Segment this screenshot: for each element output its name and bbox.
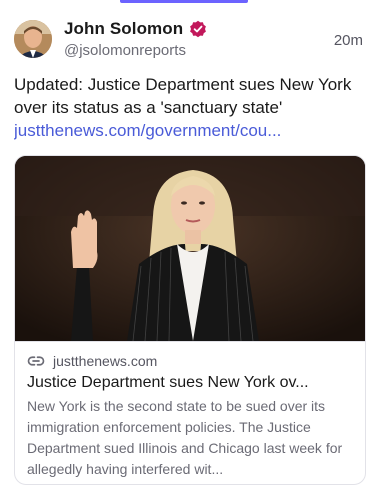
post-link[interactable]: justthenews.com/government/cou...: [14, 119, 314, 142]
verified-badge-icon: [189, 20, 207, 38]
card-domain-row: justthenews.com: [27, 352, 353, 370]
post-text: Updated: Justice Department sues New Yor…: [14, 75, 352, 117]
card-description: New York is the second state to be sued …: [27, 398, 343, 477]
author-names: John Solomon @jsolomonreports: [64, 18, 207, 59]
post-header: John Solomon @jsolomonreports 20m: [14, 18, 367, 64]
post-body: Updated: Justice Department sues New Yor…: [14, 73, 364, 142]
author-display-name[interactable]: John Solomon: [64, 19, 183, 39]
article-photo[interactable]: [15, 156, 365, 341]
card-title[interactable]: Justice Department sues New York ov...: [27, 372, 353, 394]
display-name-row: John Solomon: [64, 18, 207, 40]
author-handle[interactable]: @jsolomonreports: [64, 42, 207, 59]
link-icon: [27, 352, 45, 370]
post-timestamp[interactable]: 20m: [334, 32, 363, 49]
card-domain: justthenews.com: [53, 353, 158, 369]
post-container: John Solomon @jsolomonreports 20m Update…: [0, 0, 381, 500]
avatar-image: [14, 20, 52, 58]
top-accent-bar: [120, 0, 248, 3]
author-avatar[interactable]: [14, 20, 52, 58]
link-preview-card[interactable]: justthenews.com Justice Department sues …: [14, 155, 366, 485]
card-body: justthenews.com Justice Department sues …: [15, 341, 365, 480]
